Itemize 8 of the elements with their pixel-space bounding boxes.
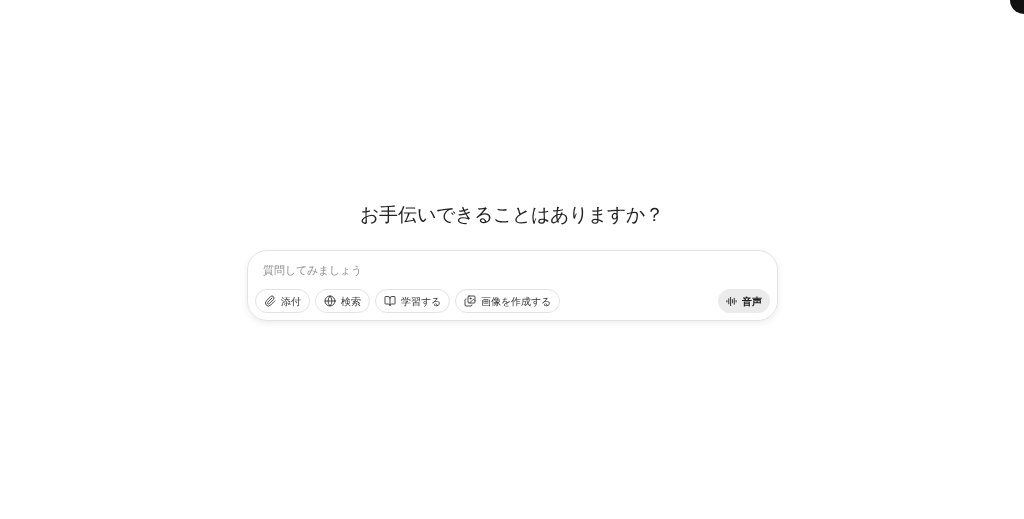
message-input[interactable]: 質問してみましょう (262, 261, 770, 279)
images-icon (463, 295, 476, 307)
book-icon (383, 295, 396, 307)
voice-button[interactable]: 音声 (717, 289, 770, 313)
globe-icon (323, 295, 336, 307)
waveform-icon (725, 295, 737, 307)
greeting-heading: お手伝いできることはありますか？ (360, 202, 664, 227)
paperclip-icon (263, 295, 276, 307)
